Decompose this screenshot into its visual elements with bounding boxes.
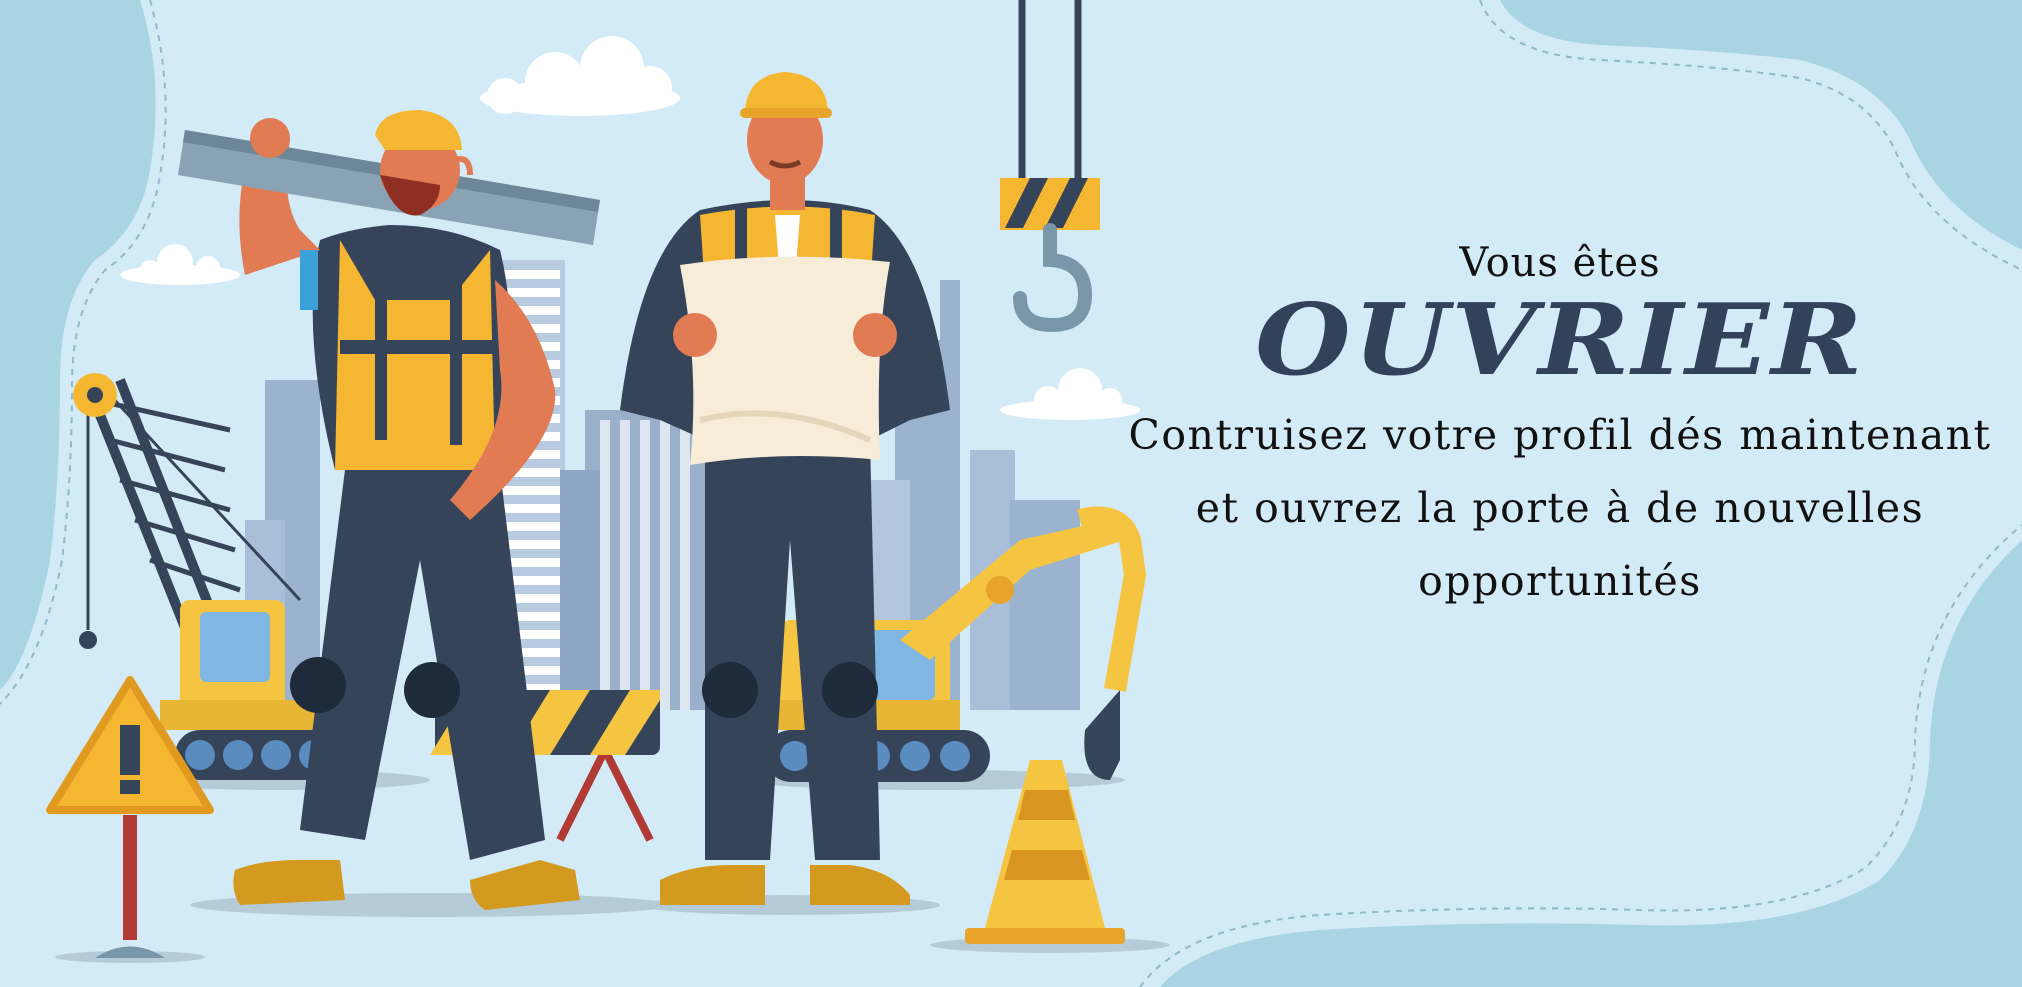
headline: OUVRIER [1255, 283, 1865, 398]
body-line: et ouvrez la porte à de nouvelles [1195, 484, 1925, 532]
hero-text: Vous êtes OUVRIER Contruisez votre profi… [1100, 240, 2020, 615]
cloud [480, 36, 680, 116]
intro-text: Vous êtes [1459, 240, 1661, 286]
body-line: Contruisez votre profil dés maintenant [1128, 411, 1992, 459]
crane-hook [1000, 0, 1100, 333]
body-line: opportunités [1418, 557, 1702, 605]
cloud [120, 244, 240, 285]
left-blob [0, 0, 156, 690]
top-right-blob [1500, 0, 2022, 250]
